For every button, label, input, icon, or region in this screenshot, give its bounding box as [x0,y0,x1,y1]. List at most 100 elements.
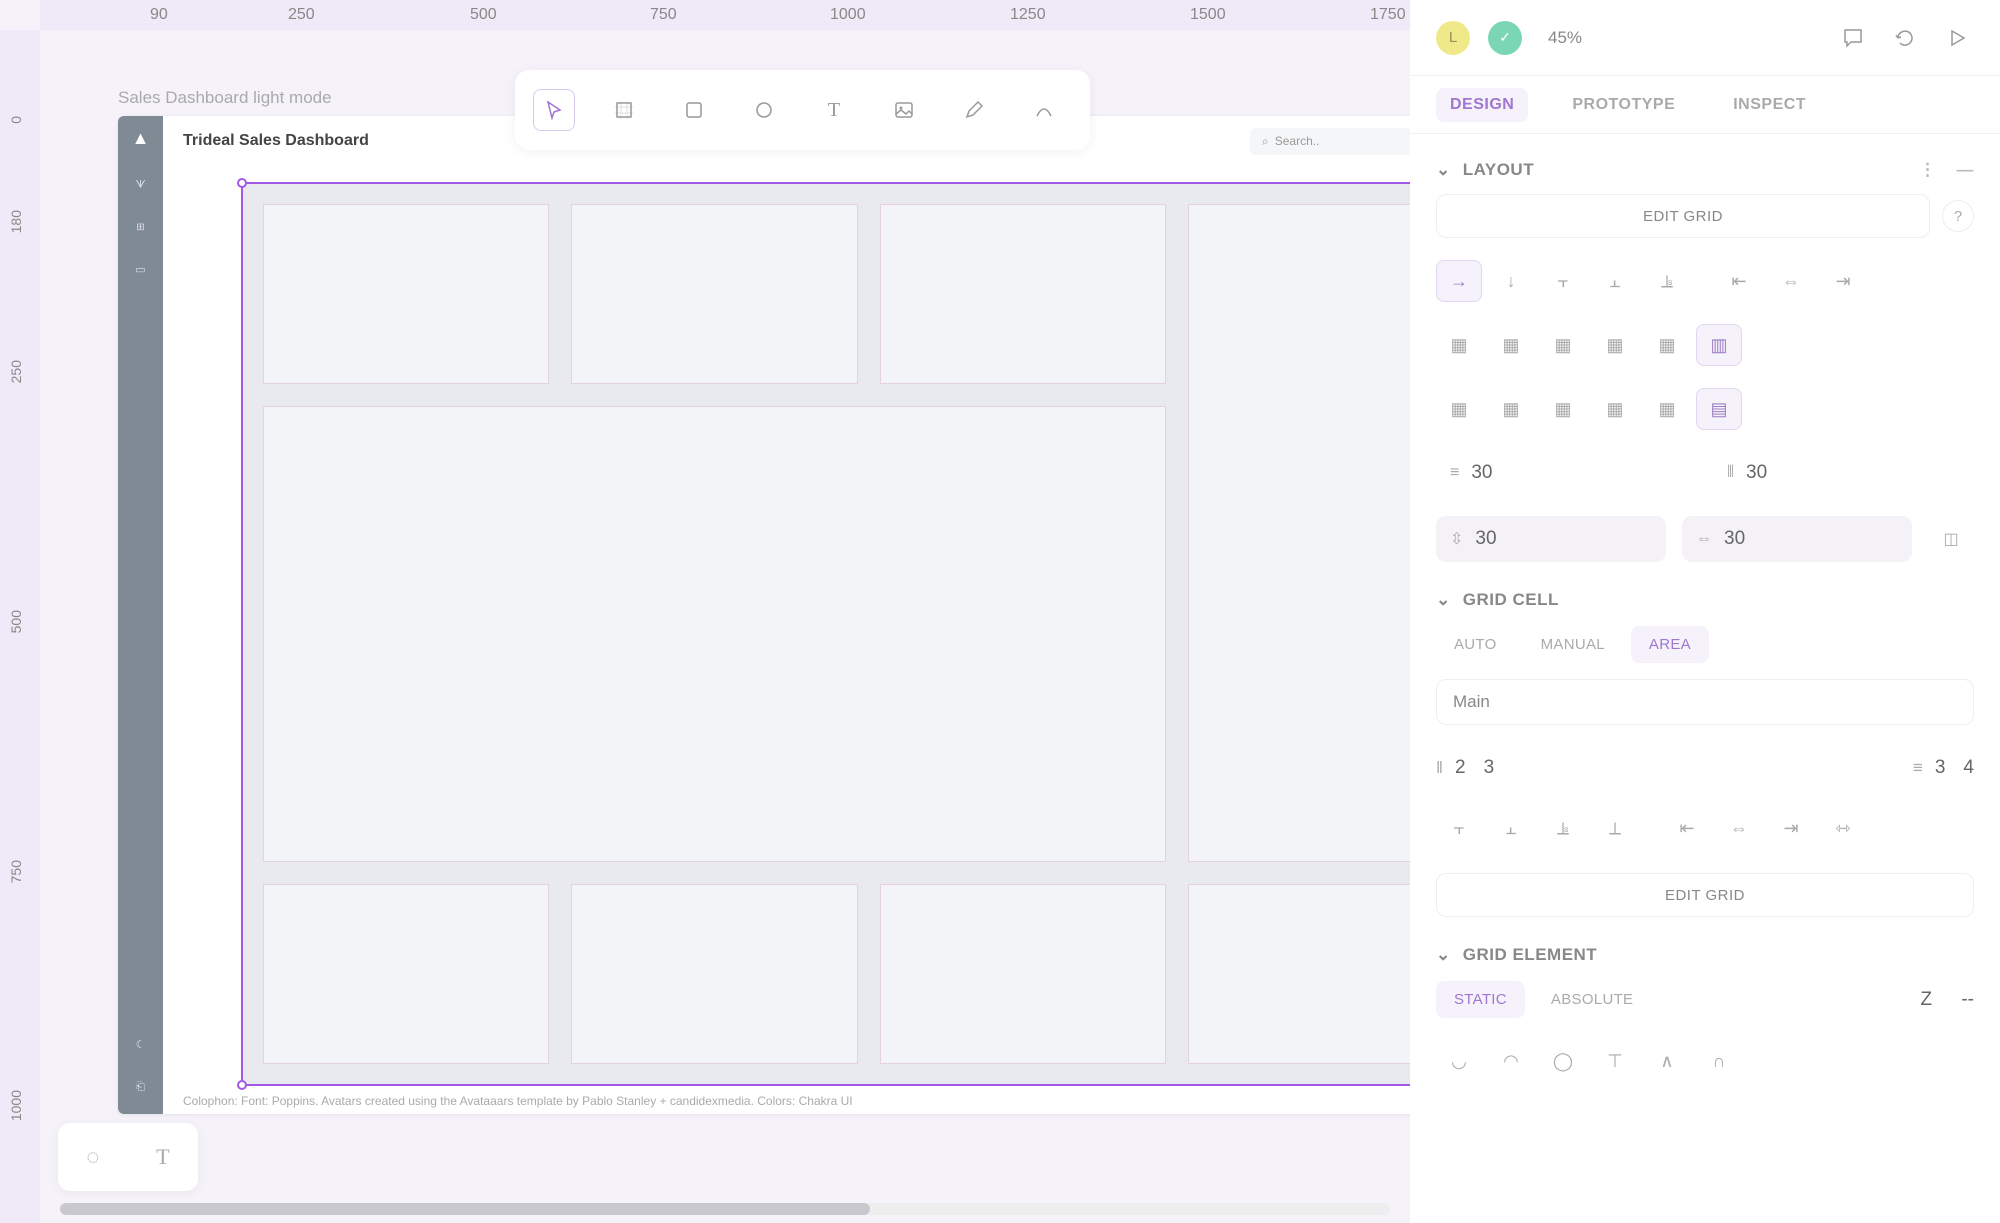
shape-icon[interactable]: ∩ [1696,1040,1742,1082]
grid-icon[interactable]: ▤ [1696,388,1742,430]
grid-cell[interactable] [1188,204,1410,862]
direction-down-icon[interactable]: ↓ [1488,260,1534,302]
col-gap-input[interactable]: ⦀30 [1713,450,1974,496]
z-index[interactable]: Z -- [1920,981,1974,1018]
minus-icon[interactable]: — [1957,160,1975,180]
grid-icon[interactable]: ▦ [1592,324,1638,366]
resize-handle[interactable] [237,1080,247,1090]
grid-cell[interactable] [571,204,857,384]
align-icon[interactable]: ⫠ [1488,807,1534,849]
grid-icon[interactable]: ▦ [1540,388,1586,430]
align-icon[interactable]: ⫟ [1436,807,1482,849]
justify-icon[interactable]: ⇤ [1664,807,1710,849]
mode-absolute[interactable]: ABSOLUTE [1533,981,1651,1018]
rectangle-tool[interactable] [673,89,715,131]
align-icon[interactable]: ⟂ [1592,807,1638,849]
grid-icon[interactable]: ▦ [1540,324,1586,366]
grid-cell[interactable] [880,884,1166,1064]
grid-icon[interactable]: ▦ [1488,324,1534,366]
shape-icon[interactable]: ◯ [1540,1040,1586,1082]
justify-end-icon[interactable]: ⇥ [1820,260,1866,302]
mode-area[interactable]: AREA [1631,626,1709,663]
gridelem-section-header[interactable]: ⌄ GRID ELEMENT [1436,945,1974,965]
area-name-input[interactable] [1436,679,1974,725]
expand-padding-icon[interactable]: ◫ [1928,516,1974,562]
grid-icon[interactable]: ▦ [1436,388,1482,430]
curve-tool[interactable] [1023,89,1065,131]
shape-icon[interactable]: ◠ [1488,1040,1534,1082]
align-bottom-icon[interactable]: ⫡ [1644,260,1690,302]
align-middle-icon[interactable]: ⫠ [1592,260,1638,302]
grid-icon[interactable]: ▦ [1592,388,1638,430]
justify-icon[interactable]: ⇔ [1716,807,1762,849]
justify-center-icon[interactable]: ⇔ [1768,260,1814,302]
text-icon[interactable]: T [156,1144,169,1170]
more-icon[interactable]: ⋮ [1919,160,1937,180]
tab-inspect[interactable]: INSPECT [1719,88,1820,122]
droplet-icon[interactable]: ◌ [86,1144,99,1170]
grid-cell[interactable] [263,884,549,1064]
scrollbar-thumb[interactable] [60,1203,870,1215]
avatar-status[interactable] [1488,21,1522,55]
header-right: L 45% [1410,0,2000,76]
shape-icon[interactable]: ∧ [1644,1040,1690,1082]
tab-design[interactable]: DESIGN [1436,88,1528,122]
direction-right-icon[interactable]: → [1436,260,1482,302]
justify-start-icon[interactable]: ⇤ [1716,260,1762,302]
tab-prototype[interactable]: PROTOTYPE [1558,88,1689,122]
grid-cell[interactable] [263,204,549,384]
image-tool[interactable] [883,89,925,131]
col-end[interactable]: 3 [1484,757,1495,779]
grid-cell[interactable] [571,884,857,1064]
grid-cell[interactable] [880,204,1166,384]
mode-auto[interactable]: AUTO [1436,626,1515,663]
history-icon[interactable] [1888,21,1922,55]
search-input[interactable]: ⌕ Search.. ⌘K [1250,128,1410,155]
gridcell-section-header[interactable]: ⌄ GRID CELL [1436,590,1974,610]
edit-grid-button[interactable]: EDIT GRID [1436,194,1930,238]
shape-icon[interactable]: ⊤ [1592,1040,1638,1082]
play-icon[interactable] [1940,21,1974,55]
selected-grid[interactable] [241,182,1410,1086]
grid-icon[interactable]: ▦ [1644,388,1690,430]
zoom-level[interactable]: 45% [1548,28,1582,48]
shape-icon[interactable]: ◡ [1436,1040,1482,1082]
row-gap-input[interactable]: ≡30 [1436,450,1697,496]
justify-icon[interactable]: ⇥ [1768,807,1814,849]
avatar-user[interactable]: L [1436,21,1470,55]
grid-cells [263,204,1410,1064]
align-top-icon[interactable]: ⫟ [1540,260,1586,302]
artboard[interactable]: ▲ ᗐ ⊞ ▭ ☾ ⎗ Trideal Sales Dashboard ⌕ Se… [118,116,1410,1114]
row-start[interactable]: ≡3 [1913,757,1946,779]
mode-manual[interactable]: MANUAL [1523,626,1623,663]
horizontal-scrollbar[interactable] [60,1203,1390,1215]
grid-icon[interactable]: ▥ [1696,324,1742,366]
padding-h-input[interactable]: ⇔30 [1682,516,1912,562]
ruler-mark: 500 [8,610,24,633]
select-tool[interactable] [533,89,575,131]
grid-cell[interactable] [1188,884,1410,1064]
toolbar: T [515,70,1090,150]
grid-icon[interactable]: ▦ [1488,388,1534,430]
padding-v-input[interactable]: ⇳30 [1436,516,1666,562]
layout-section-header[interactable]: ⌄ LAYOUT ⋮ — [1436,160,1974,180]
text-tool[interactable]: T [813,89,855,131]
row-end[interactable]: 4 [1963,757,1974,779]
frame-tool[interactable] [603,89,645,131]
grid-cell[interactable] [263,406,1166,862]
resize-handle[interactable] [237,178,247,188]
pen-tool[interactable] [953,89,995,131]
edit-grid-button[interactable]: EDIT GRID [1436,873,1974,917]
help-icon[interactable]: ? [1942,200,1974,232]
canvas[interactable]: Sales Dashboard light mode ▲ ᗐ ⊞ ▭ ☾ ⎗ T… [40,30,1410,1223]
ellipse-tool[interactable] [743,89,785,131]
grid-icon[interactable]: ▦ [1436,324,1482,366]
comment-icon[interactable] [1836,21,1870,55]
frame-label[interactable]: Sales Dashboard light mode [118,88,332,108]
col-start[interactable]: ‖2 [1436,757,1466,779]
align-icon[interactable]: ⫡ [1540,807,1586,849]
value: 3 [1484,757,1495,779]
justify-icon[interactable]: ⇿ [1820,807,1866,849]
mode-static[interactable]: STATIC [1436,981,1525,1018]
grid-icon[interactable]: ▦ [1644,324,1690,366]
